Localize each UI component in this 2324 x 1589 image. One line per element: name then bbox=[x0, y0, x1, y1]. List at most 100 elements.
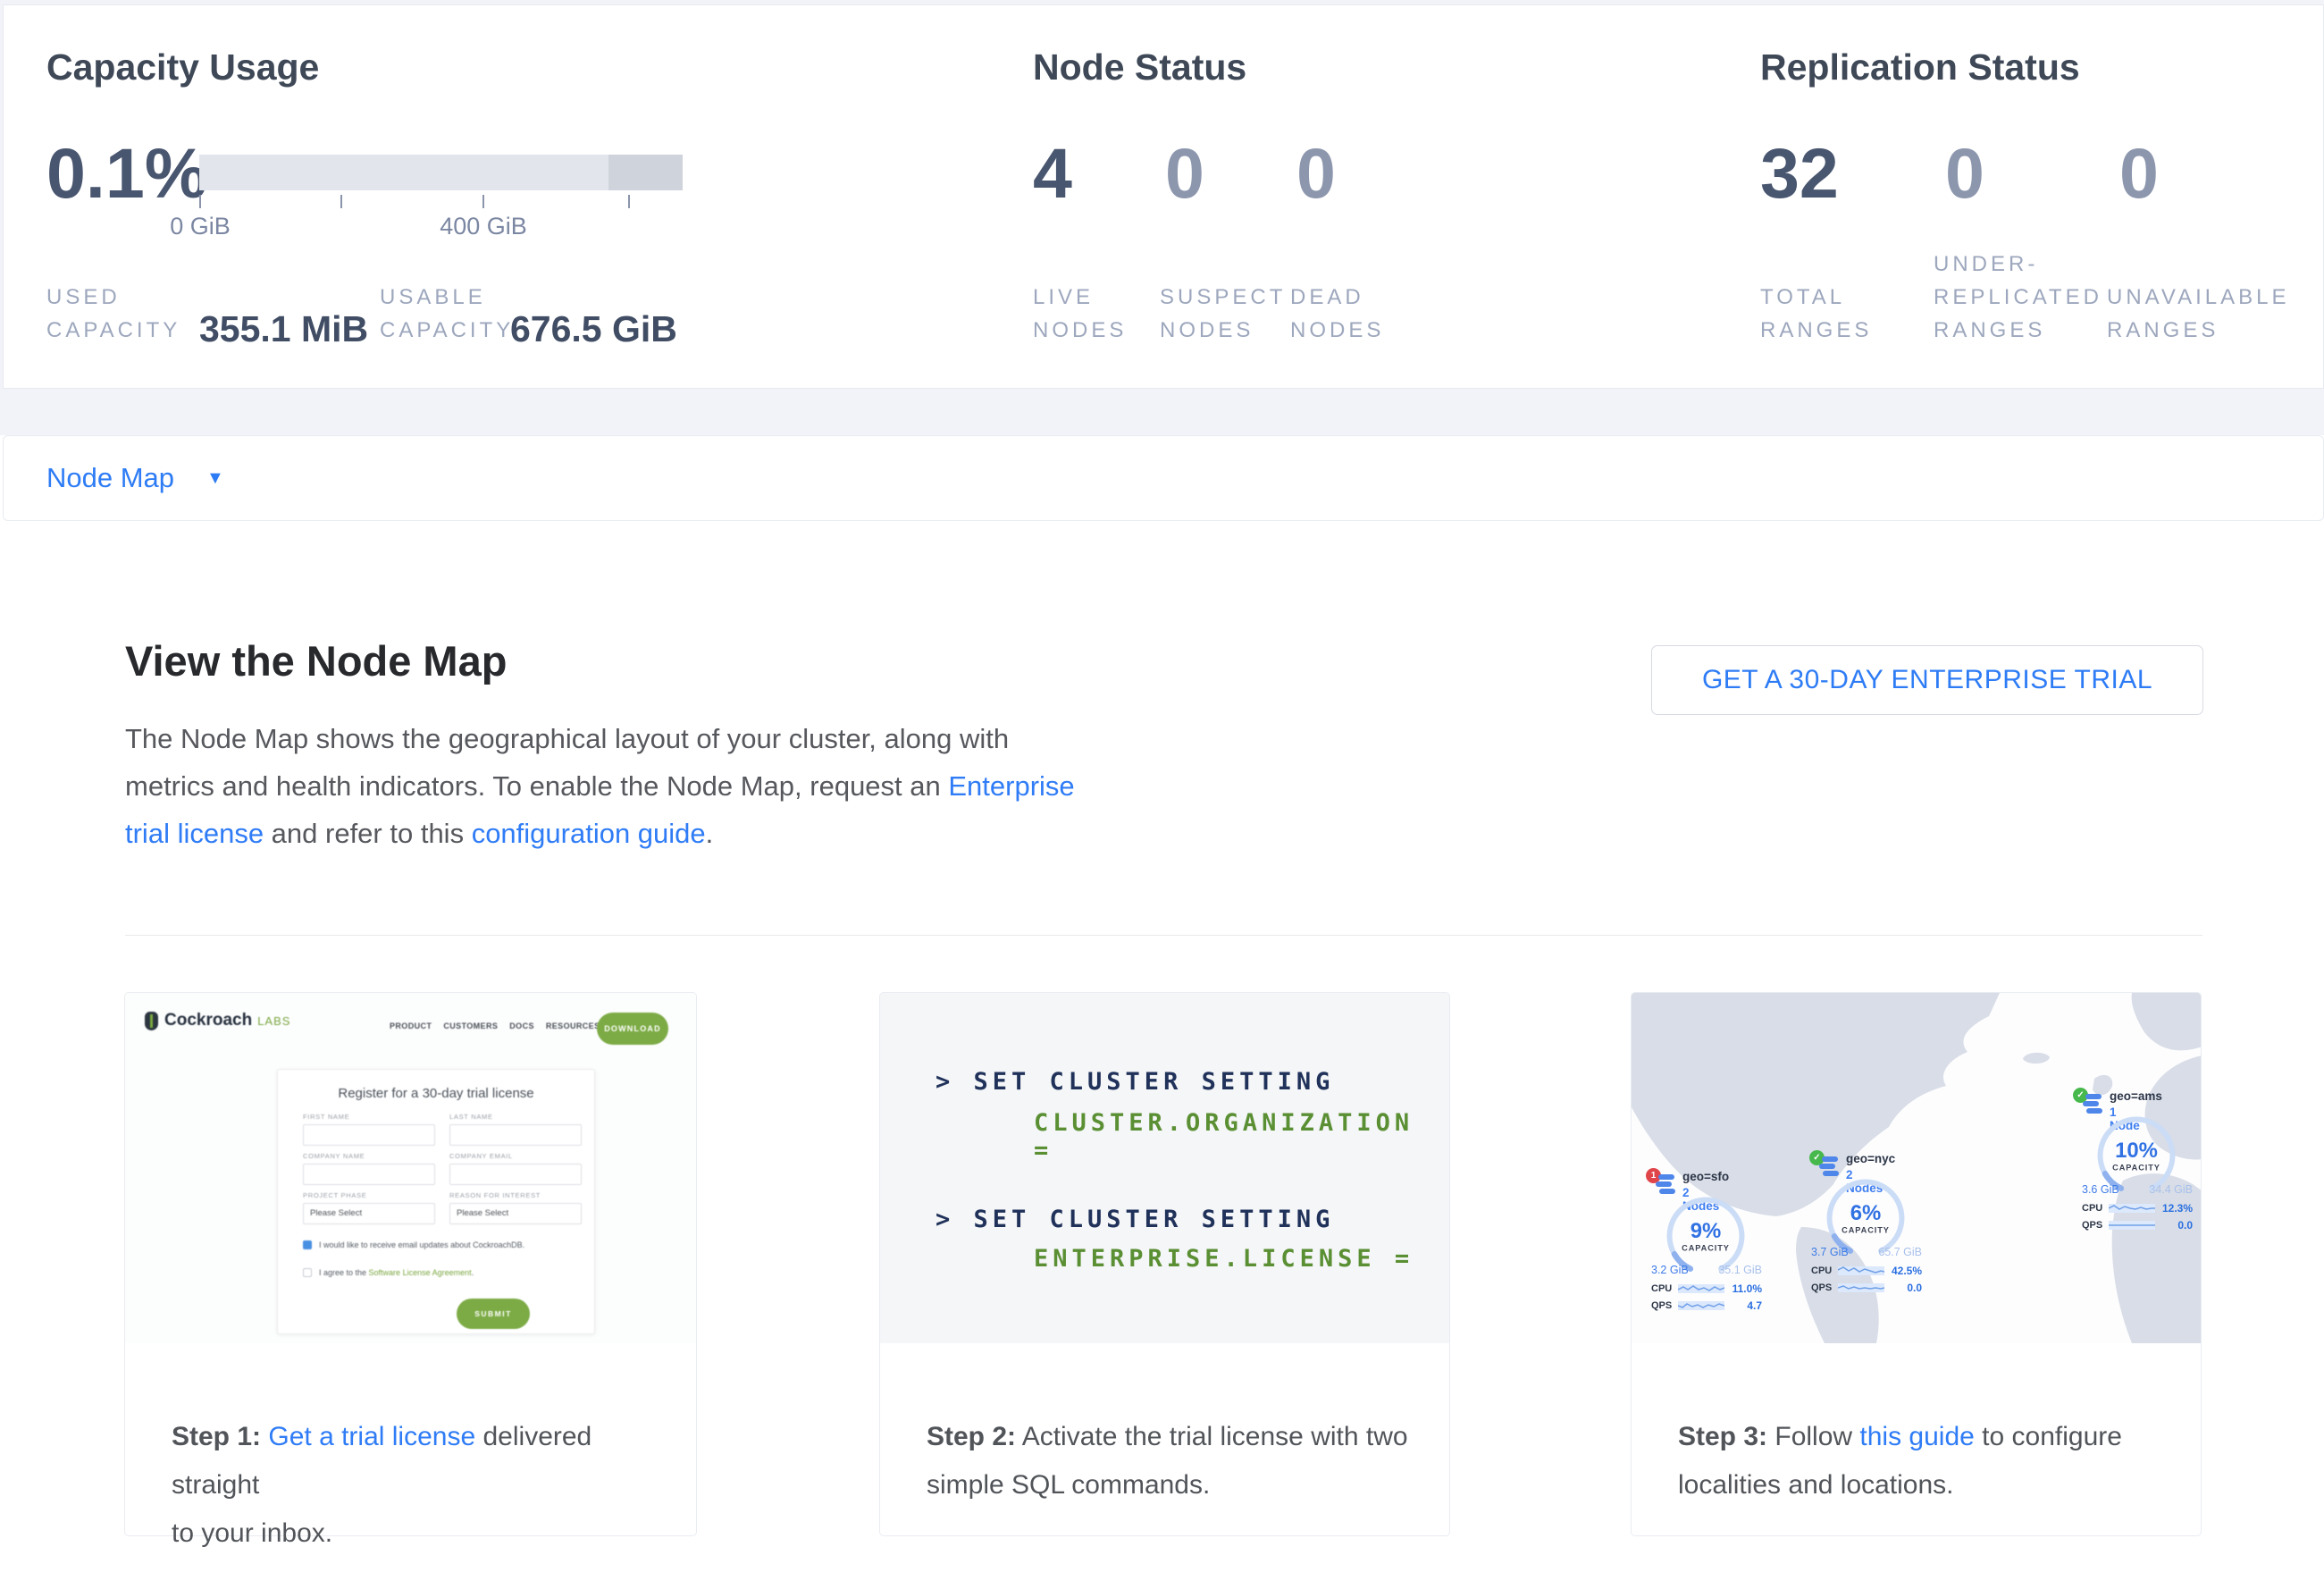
under-replicated-ranges-value: 0 bbox=[1945, 132, 1984, 214]
qps-metric: QPS 0.0 bbox=[1811, 1281, 1922, 1294]
node-map-screenshot: 1 geo=sfo 2 Nodes 9% CAPACITY bbox=[1632, 993, 2201, 1343]
sql-argument-2: ENTERPRISE.LICENSE = bbox=[1034, 1245, 1414, 1273]
project-phase-select: PROJECT PHASE Please Select bbox=[303, 1191, 435, 1224]
usable-capacity-value: 676.5 GiB bbox=[510, 308, 677, 350]
form-title: Register for a 30-day trial license bbox=[278, 1086, 594, 1101]
suspect-nodes-value: 0 bbox=[1165, 132, 1204, 214]
configuration-guide-link[interactable]: configuration guide bbox=[472, 818, 706, 849]
company-email-field: COMPANY EMAIL bbox=[449, 1152, 582, 1185]
svg-text:CAPACITY: CAPACITY bbox=[1682, 1244, 1730, 1253]
axis-tick bbox=[199, 195, 201, 208]
dead-nodes-value: 0 bbox=[1296, 132, 1336, 214]
axis-tick bbox=[340, 195, 342, 208]
checkbox-checked-icon bbox=[303, 1240, 312, 1249]
svg-text:CAPACITY: CAPACITY bbox=[1842, 1226, 1890, 1235]
logo-suffix: LABS bbox=[257, 1014, 290, 1028]
page-title: View the Node Map bbox=[125, 636, 507, 685]
locality-name: geo=ams bbox=[2110, 1089, 2162, 1103]
live-nodes-value: 4 bbox=[1033, 132, 1072, 214]
sql-command-2: > SET CLUSTER SETTING bbox=[935, 1206, 1334, 1233]
cpu-sparkline bbox=[2109, 1201, 2155, 1215]
this-guide-link[interactable]: this guide bbox=[1859, 1422, 1974, 1451]
database-icon bbox=[2083, 1093, 2102, 1116]
total-ranges-value: 32 bbox=[1760, 132, 1839, 214]
step-1-caption: Step 1: Get a trial license delivered st… bbox=[125, 1343, 696, 1535]
capacity-usage-bar bbox=[199, 155, 683, 190]
sql-command-1: > SET CLUSTER SETTING bbox=[935, 1068, 1334, 1096]
node-map-dropdown[interactable]: Node Map bbox=[46, 462, 174, 494]
email-updates-checkbox: I would like to receive email updates ab… bbox=[303, 1240, 524, 1249]
registration-site-screenshot: Cockroach LABS PRODUCT CUSTOMERS DOCS RE… bbox=[125, 993, 696, 1343]
database-icon bbox=[1819, 1156, 1839, 1179]
step-2-card: > SET CLUSTER SETTING CLUSTER.ORGANIZATI… bbox=[879, 992, 1450, 1536]
first-name-field: FIRST NAME bbox=[303, 1113, 435, 1146]
under-replicated-ranges-label: UNDER- REPLICATED RANGES bbox=[1934, 248, 2102, 347]
step-2-caption: Step 2: Activate the trial license with … bbox=[880, 1343, 1449, 1535]
qps-sparkline bbox=[2109, 1218, 2155, 1232]
usable-capacity-label: USABLE CAPACITY bbox=[380, 281, 514, 347]
sql-commands-screenshot: > SET CLUSTER SETTING CLUSTER.ORGANIZATI… bbox=[880, 993, 1449, 1343]
company-name-field: COMPANY NAME bbox=[303, 1152, 435, 1185]
checkbox-empty-icon bbox=[303, 1268, 312, 1277]
logo-text: Cockroach bbox=[164, 1011, 252, 1030]
capacity-range: 3.7 GiB 65.7 GiB bbox=[1811, 1246, 1922, 1258]
view-selector-bar: Node Map ▼ bbox=[3, 435, 2324, 521]
database-icon bbox=[1656, 1173, 1675, 1197]
cpu-metric: CPU 12.3% bbox=[2082, 1201, 2193, 1215]
locality-name: geo=nyc bbox=[1846, 1152, 1895, 1165]
cluster-summary-panel: Capacity Usage 0.1% 0 GiB 400 GiB USED C… bbox=[3, 4, 2324, 389]
intro-text: The Node Map shows the geographical layo… bbox=[125, 723, 1009, 802]
license-agreement-checkbox: I agree to the Software License Agreemen… bbox=[303, 1268, 474, 1277]
cpu-metric: CPU 42.5% bbox=[1811, 1264, 1922, 1277]
cockroach-bug-icon bbox=[145, 1012, 158, 1030]
cpu-sparkline bbox=[1838, 1264, 1884, 1277]
axis-tick bbox=[628, 195, 630, 208]
step-3-card: 1 geo=sfo 2 Nodes 9% CAPACITY bbox=[1631, 992, 2202, 1536]
svg-text:6%: 6% bbox=[1850, 1201, 1882, 1225]
sql-argument-1: CLUSTER.ORGANIZATION = bbox=[1034, 1109, 1449, 1164]
nav-item-docs: DOCS bbox=[509, 1022, 534, 1030]
qps-sparkline bbox=[1838, 1281, 1884, 1294]
axis-tick-label-400: 400 GiB bbox=[421, 213, 546, 240]
get-trial-license-link[interactable]: Get a trial license bbox=[268, 1422, 475, 1451]
world-map: 1 geo=sfo 2 Nodes 9% CAPACITY bbox=[1632, 993, 2201, 1343]
capacity-usage-bar-used-segment bbox=[608, 155, 683, 190]
used-capacity-value: 355.1 MiB bbox=[199, 308, 368, 350]
node-status-title: Node Status bbox=[1033, 46, 1246, 88]
step-1-card: Cockroach LABS PRODUCT CUSTOMERS DOCS RE… bbox=[124, 992, 697, 1536]
replication-status-title: Replication Status bbox=[1760, 46, 2080, 88]
cockroach-labs-logo: Cockroach LABS bbox=[145, 1011, 290, 1030]
axis-tick-label-0: 0 GiB bbox=[138, 213, 263, 240]
svg-text:9%: 9% bbox=[1691, 1219, 1722, 1243]
unavailable-ranges-label: UNAVAILABLE RANGES bbox=[2107, 281, 2290, 347]
axis-tick bbox=[482, 195, 484, 208]
download-button: DOWNLOAD bbox=[597, 1013, 668, 1045]
suspect-nodes-label: SUSPECT NODES bbox=[1160, 281, 1286, 347]
live-nodes-label: LIVE NODES bbox=[1033, 281, 1127, 347]
submit-button: SUBMIT bbox=[457, 1299, 530, 1329]
intro-text: and refer to this bbox=[264, 818, 472, 849]
cluster-overview-page: Capacity Usage 0.1% 0 GiB 400 GiB USED C… bbox=[0, 0, 2324, 1589]
cockroach-labs-site-mock: Cockroach LABS PRODUCT CUSTOMERS DOCS RE… bbox=[125, 993, 696, 1343]
cpu-metric: CPU 11.0% bbox=[1651, 1282, 1762, 1295]
qps-metric: QPS 4.7 bbox=[1651, 1299, 1762, 1312]
chevron-down-icon[interactable]: ▼ bbox=[206, 468, 224, 489]
reason-for-interest-select: REASON FOR INTEREST Please Select bbox=[449, 1191, 582, 1224]
svg-text:CAPACITY: CAPACITY bbox=[2112, 1164, 2160, 1173]
trial-license-form: Register for a 30-day trial license FIRS… bbox=[277, 1069, 595, 1334]
nav-item-customers: CUSTOMERS bbox=[443, 1022, 498, 1030]
capacity-usage-percent: 0.1% bbox=[46, 132, 207, 214]
intro-text: . bbox=[706, 818, 714, 849]
capacity-usage-title: Capacity Usage bbox=[46, 46, 319, 88]
used-capacity-label: USED CAPACITY bbox=[46, 281, 180, 347]
enterprise-trial-button[interactable]: GET A 30-DAY ENTERPRISE TRIAL bbox=[1651, 645, 2203, 715]
last-name-field: LAST NAME bbox=[449, 1113, 582, 1146]
dead-nodes-label: DEAD NODES bbox=[1290, 281, 1384, 347]
nav-item-resources: RESOURCES bbox=[546, 1022, 600, 1030]
unavailable-ranges-value: 0 bbox=[2119, 132, 2159, 214]
nav-item-product: PRODUCT bbox=[390, 1022, 432, 1030]
section-divider bbox=[125, 935, 2202, 936]
qps-sparkline bbox=[1678, 1299, 1724, 1312]
capacity-range: 3.6 GiB 34.4 GiB bbox=[2082, 1183, 2193, 1196]
capacity-range: 3.2 GiB 35.1 GiB bbox=[1651, 1264, 1762, 1276]
